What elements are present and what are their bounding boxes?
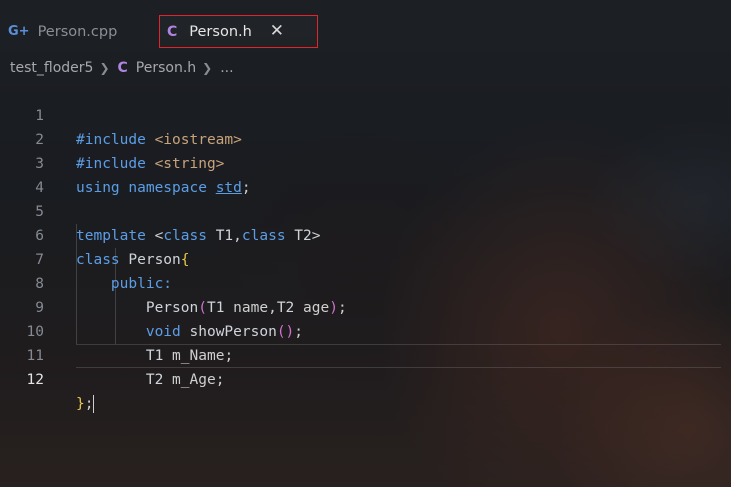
breadcrumb-more[interactable]: ... bbox=[220, 60, 233, 76]
code-line[interactable]: 6 class Person{ bbox=[0, 200, 731, 268]
c-header-file-icon: C bbox=[117, 60, 128, 76]
code-line[interactable]: 11 T2 m_Age; bbox=[0, 320, 731, 388]
breadcrumb-folder[interactable]: test_floder5 bbox=[10, 60, 93, 76]
text-cursor bbox=[93, 395, 95, 413]
code-line[interactable]: 8 Person(T1 name,T2 age); bbox=[0, 248, 731, 316]
tab-label: Person.h bbox=[189, 23, 252, 40]
code-line-current[interactable]: 12 }; bbox=[0, 344, 731, 413]
breadcrumb: test_floder5 ❯ C Person.h ❯ ... bbox=[10, 58, 234, 78]
code-token: ; bbox=[215, 372, 225, 388]
code-token: ; bbox=[84, 396, 94, 412]
breadcrumb-file[interactable]: Person.h bbox=[136, 60, 196, 76]
code-line[interactable]: 10 T1 m_Name; bbox=[0, 296, 731, 364]
code-token: T2 bbox=[145, 372, 164, 388]
chevron-right-icon: ❯ bbox=[202, 61, 213, 75]
code-line[interactable]: 3 using namespace std; bbox=[0, 128, 731, 196]
close-icon[interactable]: ✕ bbox=[270, 21, 284, 41]
code-line[interactable]: 2 #include <string> bbox=[0, 104, 731, 172]
code-line[interactable]: 1 #include <iostream> bbox=[0, 80, 731, 148]
code-token: } bbox=[76, 396, 85, 412]
line-number: 12 bbox=[26, 372, 44, 388]
tab-person-h[interactable]: C Person.h ✕ bbox=[159, 15, 318, 48]
code-token: m_Age bbox=[172, 372, 216, 388]
cpp-file-icon: G+ bbox=[8, 24, 30, 39]
tab-bar: G+ Person.cpp C Person.h ✕ bbox=[0, 0, 731, 52]
code-line[interactable]: 4 bbox=[0, 152, 731, 196]
chevron-right-icon: ❯ bbox=[99, 61, 110, 75]
tab-person-cpp[interactable]: G+ Person.cpp bbox=[8, 15, 153, 48]
code-line[interactable]: 5 template <class T1,class T2> bbox=[0, 176, 731, 244]
code-line[interactable]: 9 void showPerson(); bbox=[0, 272, 731, 340]
code-line[interactable]: 7 public: bbox=[0, 224, 731, 292]
code-editor[interactable]: 1 #include <iostream> 2 #include <string… bbox=[0, 80, 731, 413]
c-header-file-icon: C bbox=[167, 23, 178, 40]
tab-label: Person.cpp bbox=[37, 23, 118, 40]
